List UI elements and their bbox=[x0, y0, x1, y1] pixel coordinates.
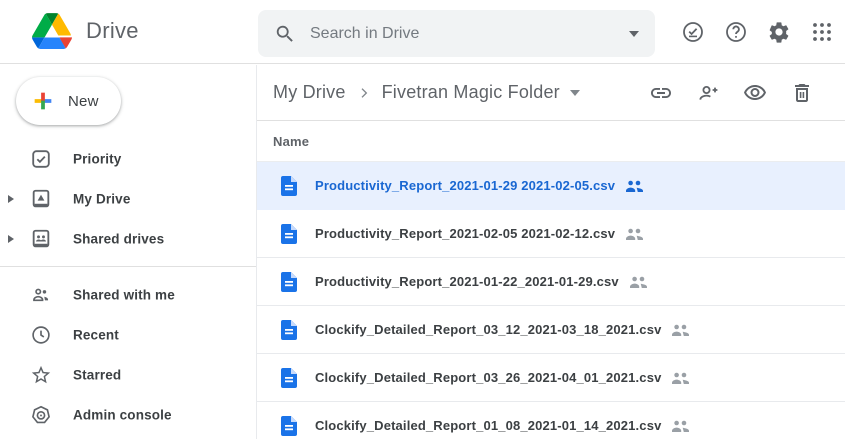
shared-drives-icon bbox=[30, 228, 52, 250]
file-row[interactable]: Clockify_Detailed_Report_01_08_2021-01_1… bbox=[257, 402, 845, 439]
sidebar-item-priority[interactable]: Priority bbox=[0, 139, 256, 179]
admin-console-icon bbox=[30, 404, 52, 426]
search-input[interactable] bbox=[310, 25, 629, 43]
get-link-icon[interactable] bbox=[649, 81, 673, 105]
sidebar-item-recent[interactable]: Recent bbox=[0, 315, 256, 355]
delete-trash-icon[interactable] bbox=[790, 81, 814, 105]
shared-people-icon bbox=[629, 275, 648, 289]
starred-star-icon bbox=[30, 364, 52, 386]
new-button[interactable]: New bbox=[16, 77, 121, 125]
csv-file-icon bbox=[281, 368, 297, 388]
csv-file-icon bbox=[281, 272, 297, 292]
search-options-caret-icon[interactable] bbox=[629, 31, 639, 37]
csv-file-icon bbox=[281, 176, 297, 196]
shared-people-icon bbox=[625, 179, 644, 193]
shared-with-me-icon bbox=[30, 284, 52, 306]
file-name: Productivity_Report_2021-02-05 2021-02-1… bbox=[315, 226, 615, 241]
file-row[interactable]: Productivity_Report_2021-02-05 2021-02-1… bbox=[257, 210, 845, 258]
topbar-actions bbox=[681, 0, 834, 64]
file-list: Productivity_Report_2021-01-29 2021-02-0… bbox=[257, 162, 845, 439]
help-icon[interactable] bbox=[724, 20, 748, 44]
breadcrumb-my-drive[interactable]: My Drive bbox=[273, 82, 346, 103]
csv-file-icon bbox=[281, 224, 297, 244]
new-plus-icon bbox=[28, 86, 58, 116]
sidebar-item-shared-with-me[interactable]: Shared with me bbox=[0, 275, 256, 315]
sidebar-item-label: My Drive bbox=[73, 192, 130, 207]
preview-eye-icon[interactable] bbox=[743, 81, 767, 105]
file-row[interactable]: Clockify_Detailed_Report_03_12_2021-03_1… bbox=[257, 306, 845, 354]
file-name: Productivity_Report_2021-01-29 2021-02-0… bbox=[315, 178, 615, 193]
app-title: Drive bbox=[86, 18, 139, 44]
list-header-row[interactable]: Name bbox=[257, 121, 845, 162]
file-row[interactable]: Clockify_Detailed_Report_03_26_2021-04_0… bbox=[257, 354, 845, 402]
file-name: Clockify_Detailed_Report_03_26_2021-04_0… bbox=[315, 370, 661, 385]
selection-toolbar bbox=[649, 65, 814, 121]
shared-people-icon bbox=[671, 371, 690, 385]
sidebar-item-admin-console[interactable]: Admin console bbox=[0, 395, 256, 435]
sidebar-item-label: Admin console bbox=[73, 408, 172, 423]
sidebar-item-label: Recent bbox=[73, 328, 119, 343]
sidebar-item-label: Starred bbox=[73, 368, 121, 383]
csv-file-icon bbox=[281, 416, 297, 436]
top-app-bar: Drive bbox=[0, 0, 845, 64]
google-drive-logo-icon bbox=[32, 13, 72, 49]
breadcrumb-chevron-icon bbox=[356, 85, 372, 101]
file-name: Productivity_Report_2021-01-22_2021-01-2… bbox=[315, 274, 619, 289]
breadcrumb-toolbar-row: My Drive Fivetran Magic Folder bbox=[257, 65, 845, 121]
recent-clock-icon bbox=[30, 324, 52, 346]
shared-people-icon bbox=[625, 227, 644, 241]
sidebar-item-my-drive[interactable]: My Drive bbox=[0, 179, 256, 219]
expand-arrow-icon[interactable] bbox=[8, 235, 14, 243]
sidebar: New Priority My Drive bbox=[0, 65, 257, 439]
apps-grid-icon[interactable] bbox=[810, 20, 834, 44]
priority-check-icon bbox=[30, 148, 52, 170]
sidebar-item-label: Shared with me bbox=[73, 288, 175, 303]
settings-icon[interactable] bbox=[767, 20, 791, 44]
sidebar-divider bbox=[0, 266, 256, 267]
search-icon[interactable] bbox=[274, 23, 296, 45]
shared-people-icon bbox=[671, 323, 690, 337]
sidebar-nav: Priority My Drive bbox=[0, 139, 256, 435]
my-drive-icon bbox=[30, 188, 52, 210]
new-button-label: New bbox=[68, 93, 99, 110]
file-name: Clockify_Detailed_Report_03_12_2021-03_1… bbox=[315, 322, 661, 337]
drive-brand[interactable]: Drive bbox=[32, 13, 139, 49]
offline-status-icon[interactable] bbox=[681, 20, 705, 44]
csv-file-icon bbox=[281, 320, 297, 340]
sidebar-item-label: Priority bbox=[73, 152, 121, 167]
file-name: Clockify_Detailed_Report_01_08_2021-01_1… bbox=[315, 418, 661, 433]
search-bar[interactable] bbox=[258, 10, 655, 57]
google-drive-window: Drive bbox=[0, 0, 845, 439]
folder-menu-caret-icon[interactable] bbox=[570, 90, 580, 96]
sidebar-item-shared-drives[interactable]: Shared drives bbox=[0, 219, 256, 259]
file-row[interactable]: Productivity_Report_2021-01-29 2021-02-0… bbox=[257, 162, 845, 210]
expand-arrow-icon[interactable] bbox=[8, 195, 14, 203]
file-row[interactable]: Productivity_Report_2021-01-22_2021-01-2… bbox=[257, 258, 845, 306]
sidebar-item-label: Shared drives bbox=[73, 232, 164, 247]
sidebar-item-starred[interactable]: Starred bbox=[0, 355, 256, 395]
column-header-name[interactable]: Name bbox=[273, 134, 309, 149]
shared-people-icon bbox=[671, 419, 690, 433]
share-add-person-icon[interactable] bbox=[696, 81, 720, 105]
breadcrumb-current-folder[interactable]: Fivetran Magic Folder bbox=[382, 82, 560, 103]
file-browser: My Drive Fivetran Magic Folder bbox=[257, 65, 845, 439]
